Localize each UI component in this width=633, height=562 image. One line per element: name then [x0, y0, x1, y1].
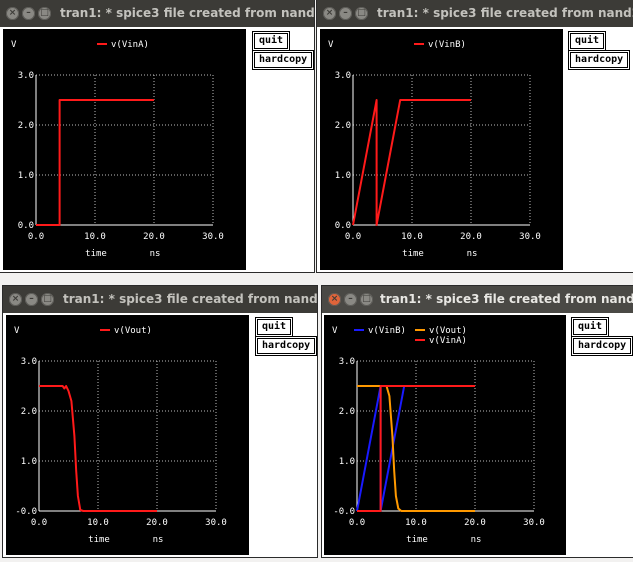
legend-label: v(VinA) [111, 40, 149, 50]
x-tick-label: 20.0 [143, 232, 165, 242]
quit-button[interactable]: quit [257, 319, 292, 335]
x-tick-label: 10.0 [401, 232, 423, 242]
x-tick-label: 20.0 [464, 518, 486, 528]
plot-area: V 3.0 2.0 1.0 0.0 0.0 10.0 20.0 30.0 time ns v(VinB… [320, 29, 563, 270]
plot-area: V 3.0 2.0 1.0 -0.0 0.0 10.0 20.0 30.0 time ns v(Vou… [6, 315, 249, 555]
title-bar[interactable]: × – □ tran1: * spice3 file created from … [317, 0, 633, 27]
close-button[interactable]: × [323, 7, 336, 20]
title-bar[interactable]: × – □ tran1: * spice3 file created from … [0, 0, 314, 27]
plot-window-combined: × – □ tran1: * spice3 file created from … [322, 286, 633, 557]
legend-label: v(VinB) [428, 40, 466, 50]
minimize-button[interactable]: – [339, 7, 352, 20]
minimize-button[interactable]: – [25, 293, 38, 306]
y-tick-label: 0.0 [18, 221, 34, 231]
x-axis-label: time [85, 249, 107, 259]
y-tick-label: 0.0 [335, 221, 351, 231]
y-tick-label: 2.0 [21, 407, 37, 417]
y-tick-label: 3.0 [21, 357, 37, 367]
maximize-button[interactable]: □ [360, 293, 373, 306]
hardcopy-button[interactable]: hardcopy [570, 52, 629, 68]
plot-window-vout: × – □ tran1: * spice3 file created from … [3, 286, 317, 557]
close-button[interactable]: × [328, 293, 341, 306]
plot-svg: V 3.0 2.0 1.0 0.00.0 10.0 20.0 30.0 time ns v(VinA… [11, 40, 224, 259]
plot-svg: V 3.0 2.0 1.0 0.00.0 10.0 20.0 30.0 time ns v(VinB… [328, 40, 541, 259]
window-title: tran1: * spice3 file created from nand2_… [63, 292, 317, 306]
x-axis-label: time [406, 535, 428, 545]
x-tick-label: 30.0 [202, 232, 224, 242]
window-title: tran1: * spice3 file created from nand2_… [380, 292, 633, 306]
y-tick-label: 1.0 [335, 171, 351, 181]
quit-button[interactable]: quit [573, 319, 608, 335]
x-axis-unit: ns [471, 535, 482, 545]
x-tick-label: 10.0 [405, 518, 427, 528]
x-tick-label: 0.0 [349, 518, 365, 528]
legend-label: v(Vout) [114, 326, 152, 336]
maximize-button[interactable]: □ [38, 7, 51, 20]
title-bar[interactable]: × – □ tran1: * spice3 file created from … [3, 286, 317, 313]
plot-window-vina: × – □ tran1: * spice3 file created from … [0, 0, 314, 272]
hardcopy-button[interactable]: hardcopy [573, 338, 632, 354]
y-axis-label: V [328, 40, 334, 50]
y-tick-label: -0.0 [15, 507, 37, 517]
x-axis-label: time [88, 535, 110, 545]
y-tick-label: -0.0 [333, 507, 355, 517]
x-tick-label: 20.0 [460, 232, 482, 242]
x-tick-label: 20.0 [146, 518, 168, 528]
minimize-button[interactable]: – [22, 7, 35, 20]
legend-label: v(VinB) [368, 326, 406, 336]
quit-button[interactable]: quit [570, 33, 605, 49]
y-tick-label: 3.0 [18, 71, 34, 81]
close-button[interactable]: × [9, 293, 22, 306]
x-axis-unit: ns [467, 249, 478, 259]
y-tick-label: 3.0 [335, 71, 351, 81]
y-axis-label: V [14, 326, 20, 336]
x-tick-label: 30.0 [519, 232, 541, 242]
x-tick-label: 0.0 [28, 232, 44, 242]
title-bar[interactable]: × – □ tran1: * spice3 file created from … [322, 286, 633, 313]
x-tick-label: 10.0 [84, 232, 106, 242]
y-axis-label: V [332, 326, 338, 336]
plot-svg: V 3.0 2.0 1.0 -0.00.0 10.0 20.0 30.0 time ns v(Vin… [332, 326, 545, 545]
maximize-button[interactable]: □ [41, 293, 54, 306]
plot-area: V 3.0 2.0 1.0 -0.0 0.0 10.0 20.0 30.0 time ns v(Vin… [324, 315, 566, 555]
minimize-button[interactable]: – [344, 293, 357, 306]
close-button[interactable]: × [6, 7, 19, 20]
x-tick-label: 0.0 [345, 232, 361, 242]
y-tick-label: 1.0 [21, 457, 37, 467]
window-title: tran1: * spice3 file created from nand2_… [60, 6, 314, 20]
plot-area: V 3.0 2.0 1.0 0.0 0.0 10.0 20.0 30.0 time ns v(VinA… [3, 29, 246, 270]
plot-svg: V 3.0 2.0 1.0 -0.00.0 10.0 20.0 30.0 time ns v(Vou… [14, 326, 227, 545]
hardcopy-button[interactable]: hardcopy [254, 52, 313, 68]
y-tick-label: 2.0 [335, 121, 351, 131]
y-axis-label: V [11, 40, 17, 50]
x-tick-label: 10.0 [87, 518, 109, 528]
x-tick-label: 30.0 [205, 518, 227, 528]
maximize-button[interactable]: □ [355, 7, 368, 20]
y-tick-label: 1.0 [339, 457, 355, 467]
legend-label: v(Vout) [429, 326, 467, 336]
legend-label: v(VinA) [429, 336, 467, 346]
x-tick-label: 0.0 [31, 518, 47, 528]
y-tick-label: 3.0 [339, 357, 355, 367]
x-axis-label: time [402, 249, 424, 259]
x-tick-label: 30.0 [523, 518, 545, 528]
y-tick-label: 2.0 [18, 121, 34, 131]
window-title: tran1: * spice3 file created from nand2_… [377, 6, 633, 20]
x-axis-unit: ns [150, 249, 161, 259]
plot-window-vinb: × – □ tran1: * spice3 file created from … [317, 0, 633, 272]
y-tick-label: 2.0 [339, 407, 355, 417]
y-tick-label: 1.0 [18, 171, 34, 181]
hardcopy-button[interactable]: hardcopy [257, 338, 316, 354]
quit-button[interactable]: quit [254, 33, 289, 49]
x-axis-unit: ns [153, 535, 164, 545]
